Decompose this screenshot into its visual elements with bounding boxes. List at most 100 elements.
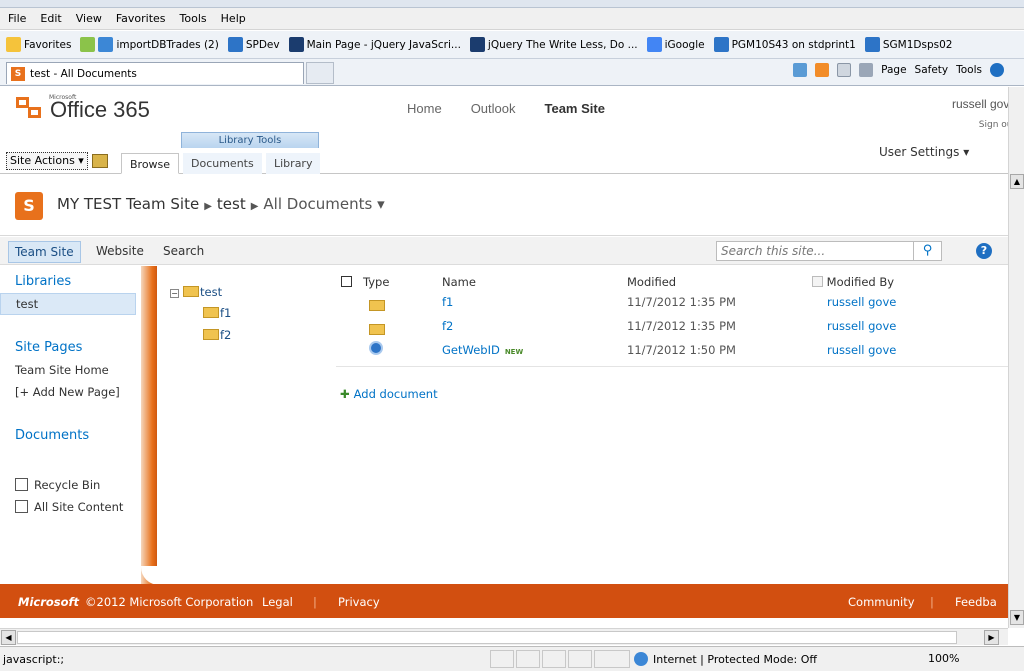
menu-file[interactable]: File — [8, 12, 26, 25]
user-name[interactable]: russell gove — [952, 97, 1008, 111]
breadcrumb-list[interactable]: test — [217, 195, 246, 213]
tree-node-f2[interactable]: f2 — [203, 328, 231, 342]
security-zone[interactable]: Internet | Protected Mode: Off — [634, 652, 817, 666]
site-actions-menu[interactable]: Site Actions ▾ — [6, 152, 88, 170]
safety-menu[interactable]: Safety — [915, 64, 949, 76]
vertical-scrollbar[interactable]: ▲ ▼ — [1008, 87, 1024, 628]
document-name-link[interactable]: GetWebID NEW — [442, 343, 523, 357]
menu-edit[interactable]: Edit — [40, 12, 61, 25]
tab-documents[interactable]: Documents — [183, 153, 262, 174]
breadcrumb-arrow-icon: ▶ — [204, 201, 212, 212]
breadcrumb: MY TEST Team Site ▶ test ▶ All Documents ▾ — [57, 195, 385, 213]
table-row[interactable]: GetWebID NEW 11/7/2012 1:50 PM russell go… — [336, 341, 1008, 367]
scroll-left-icon[interactable]: ◀ — [1, 630, 16, 645]
tools-menu[interactable]: Tools — [956, 64, 982, 76]
modified-by-link[interactable]: russell gove — [827, 295, 896, 309]
nav-library-test[interactable]: test — [0, 293, 136, 315]
column-type[interactable]: Type — [363, 275, 389, 289]
favorite-link[interactable]: Main Page - jQuery JavaScri... — [288, 37, 461, 52]
tree-node-f1[interactable]: f1 — [203, 306, 231, 320]
tree-node-root[interactable]: − test — [170, 285, 222, 299]
nav-all-site-content[interactable]: All Site Content — [15, 500, 123, 514]
mail-icon[interactable] — [837, 63, 852, 77]
help-icon[interactable]: ? — [976, 243, 992, 259]
modified-by-link[interactable]: russell gove — [827, 343, 896, 357]
add-document-link[interactable]: ✚ Add document — [340, 387, 438, 401]
favorite-link[interactable]: importDBTrades (2) — [80, 37, 219, 52]
status-cell — [568, 650, 592, 668]
menu-view[interactable]: View — [76, 12, 102, 25]
office365-logo[interactable]: Microsoft Office 365 — [16, 94, 150, 123]
column-name[interactable]: Name — [442, 275, 476, 289]
rss-icon[interactable] — [815, 63, 830, 77]
document-name-link[interactable]: f2 — [442, 319, 453, 333]
scroll-down-icon[interactable]: ▼ — [1010, 610, 1024, 625]
favorite-icon — [98, 37, 114, 52]
breadcrumb-site[interactable]: MY TEST Team Site — [57, 195, 199, 213]
site-content-icon — [15, 500, 28, 513]
nav-libraries[interactable]: Libraries — [15, 274, 71, 289]
nav-recycle-bin[interactable]: Recycle Bin — [15, 478, 100, 492]
folder-icon — [203, 307, 219, 318]
print-icon[interactable] — [859, 63, 874, 77]
new-tab-button[interactable] — [306, 62, 334, 84]
favorite-link[interactable]: jQuery The Write Less, Do ... — [469, 37, 638, 52]
checkbox-icon — [812, 276, 823, 287]
community-link[interactable]: Community — [848, 595, 915, 609]
table-row[interactable]: f2 11/7/2012 1:35 PM russell gove — [336, 319, 1008, 343]
browser-tab[interactable]: S test - All Documents — [6, 62, 304, 84]
search-icon[interactable]: ⚲ — [914, 241, 942, 261]
tab-library[interactable]: Library — [266, 153, 321, 174]
nav-site-pages[interactable]: Site Pages — [15, 340, 82, 355]
home-icon[interactable] — [793, 63, 808, 77]
menu-help[interactable]: Help — [221, 12, 246, 25]
nav-team-site[interactable]: Team Site — [545, 101, 605, 116]
favorite-link[interactable]: iGoogle — [646, 37, 705, 52]
favorites-button[interactable]: Favorites — [6, 37, 71, 52]
menu-bar: File Edit View Favorites Tools Help — [0, 8, 1024, 30]
favorite-link[interactable]: PGM10S43 on stdprint1 — [713, 37, 856, 52]
link-website[interactable]: Website — [96, 244, 144, 258]
modified-by-link[interactable]: russell gove — [827, 319, 896, 333]
horizontal-scrollbar[interactable]: ◀ ▶ — [0, 628, 1008, 645]
user-settings-menu[interactable]: User Settings ▾ — [879, 145, 969, 159]
link-team-site[interactable]: Team Site — [8, 241, 81, 263]
collapse-icon[interactable]: − — [170, 289, 179, 298]
copyright-text: ©2012 Microsoft Corporation — [85, 595, 254, 609]
zoom-level[interactable]: 100% — [928, 652, 959, 665]
document-name-link[interactable]: f1 — [442, 295, 453, 309]
footer: Microsoft ©2012 Microsoft Corporation Le… — [0, 584, 1008, 618]
menu-favorites[interactable]: Favorites — [116, 12, 166, 25]
favorite-link[interactable]: SPDev — [227, 37, 280, 52]
sign-out-link[interactable]: Sign out — [979, 120, 1008, 130]
ie-page-icon — [227, 37, 243, 52]
jquery-icon — [288, 37, 304, 52]
select-all-checkbox[interactable] — [341, 275, 352, 289]
menu-tools[interactable]: Tools — [180, 12, 207, 25]
ribbon-tabs: Site Actions ▾ Browse Documents Library — [0, 149, 1008, 174]
favorites-bar: Favorites importDBTrades (2) SPDev Main … — [0, 31, 1024, 59]
favorite-link[interactable]: SGM1Dsps02 — [864, 37, 952, 52]
scroll-thumb[interactable] — [17, 631, 957, 644]
nav-outlook[interactable]: Outlook — [471, 101, 516, 116]
scroll-right-icon[interactable]: ▶ — [984, 630, 999, 645]
privacy-link[interactable]: Privacy — [338, 595, 380, 609]
table-row[interactable]: f1 11/7/2012 1:35 PM russell gove — [336, 295, 1008, 319]
nav-home[interactable]: Home — [407, 101, 442, 116]
navigate-up-icon[interactable] — [92, 154, 108, 168]
column-modified[interactable]: Modified — [627, 275, 676, 289]
legal-link[interactable]: Legal — [262, 595, 293, 609]
link-search[interactable]: Search — [163, 244, 204, 258]
nav-documents[interactable]: Documents — [15, 428, 89, 443]
page-menu[interactable]: Page — [881, 64, 906, 76]
column-modified-by[interactable]: Modified By — [812, 275, 894, 289]
nav-team-site-home[interactable]: Team Site Home — [15, 363, 109, 377]
view-selector[interactable]: All Documents ▾ — [263, 195, 384, 213]
google-icon — [646, 37, 662, 52]
help-icon[interactable] — [990, 63, 1004, 77]
scroll-up-icon[interactable]: ▲ — [1010, 174, 1024, 189]
tab-browse[interactable]: Browse — [121, 153, 180, 174]
feedback-link[interactable]: Feedba — [955, 595, 997, 609]
search-input[interactable]: Search this site... — [716, 241, 914, 261]
nav-add-new-page[interactable]: [+ Add New Page] — [15, 385, 120, 399]
